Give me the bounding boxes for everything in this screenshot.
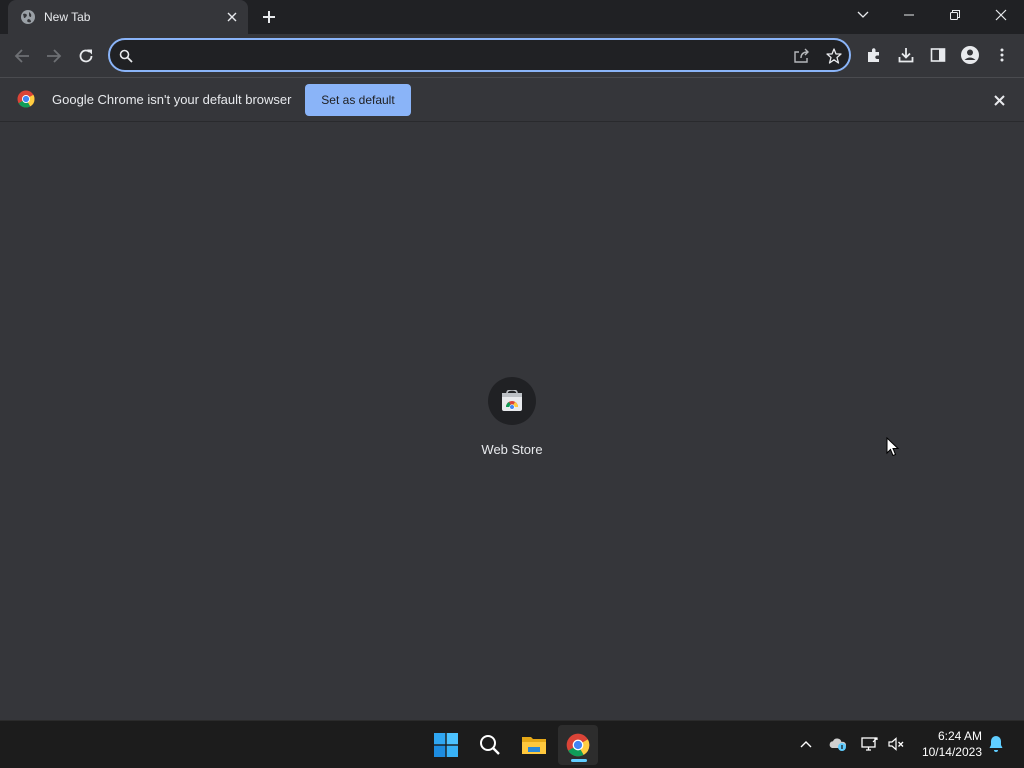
back-button[interactable] bbox=[8, 42, 36, 70]
default-browser-infobar: Google Chrome isn't your default browser… bbox=[0, 77, 1024, 122]
share-icon[interactable] bbox=[792, 46, 812, 66]
tab-title: New Tab bbox=[44, 10, 91, 24]
notification-bell-icon[interactable] bbox=[986, 734, 1006, 754]
address-input[interactable] bbox=[140, 45, 780, 65]
file-explorer-button[interactable] bbox=[514, 725, 554, 765]
set-as-default-button[interactable]: Set as default bbox=[305, 84, 411, 116]
shortcut-tile[interactable] bbox=[488, 377, 536, 425]
folder-icon bbox=[522, 737, 546, 754]
profile-icon[interactable] bbox=[958, 43, 982, 67]
infobar-close-button[interactable] bbox=[990, 91, 1008, 109]
clock-time: 6:24 AM bbox=[937, 729, 982, 743]
chevron-down-icon bbox=[857, 11, 869, 18]
download-icon[interactable] bbox=[894, 43, 918, 67]
mouse-cursor-icon bbox=[886, 437, 900, 457]
arrow-right-icon bbox=[47, 49, 62, 63]
forward-button[interactable] bbox=[40, 42, 68, 70]
search-icon bbox=[480, 735, 500, 755]
volume-muted-icon[interactable] bbox=[886, 734, 906, 754]
close-icon bbox=[227, 12, 237, 22]
toolbar bbox=[0, 34, 1024, 76]
address-bar[interactable] bbox=[108, 38, 851, 72]
reload-button[interactable] bbox=[72, 42, 100, 70]
windows-logo-icon bbox=[434, 733, 458, 757]
restore-icon bbox=[950, 10, 960, 20]
active-app-indicator bbox=[571, 759, 587, 762]
taskbar-clock[interactable]: 6:24 AM 10/14/2023 bbox=[914, 728, 982, 760]
chrome-logo-icon bbox=[17, 90, 35, 108]
more-menu-icon[interactable] bbox=[990, 43, 1014, 67]
network-icon[interactable] bbox=[860, 734, 880, 754]
windows-start-button[interactable] bbox=[426, 725, 466, 765]
show-hidden-icons-button[interactable] bbox=[796, 734, 816, 754]
side-panel-icon[interactable] bbox=[926, 43, 950, 67]
clock-date: 10/14/2023 bbox=[921, 745, 982, 759]
extensions-icon[interactable] bbox=[862, 43, 886, 67]
shortcut-web-store[interactable]: Web Store bbox=[472, 376, 552, 466]
title-bar: New Tab bbox=[0, 0, 1024, 34]
minimize-button[interactable] bbox=[886, 0, 932, 30]
infobar-message: Google Chrome isn't your default browser bbox=[52, 92, 292, 107]
close-icon bbox=[993, 94, 1005, 106]
restore-button[interactable] bbox=[932, 0, 978, 30]
chrome-logo-icon bbox=[566, 733, 590, 757]
onedrive-icon[interactable] bbox=[828, 734, 848, 754]
reload-icon bbox=[79, 49, 93, 63]
tab-close-button[interactable] bbox=[222, 7, 242, 27]
tab-new-tab[interactable]: New Tab bbox=[8, 0, 248, 34]
search-icon bbox=[116, 46, 136, 66]
web-store-icon bbox=[502, 390, 522, 411]
tab-search-button[interactable] bbox=[840, 0, 886, 30]
close-window-button[interactable] bbox=[978, 0, 1024, 30]
minimize-icon bbox=[904, 14, 914, 16]
new-tab-button[interactable] bbox=[258, 6, 280, 28]
chevron-up-icon bbox=[800, 741, 812, 748]
bookmark-star-icon[interactable] bbox=[824, 46, 844, 66]
plus-icon bbox=[263, 11, 275, 23]
close-icon bbox=[995, 9, 1007, 21]
taskbar-search-button[interactable] bbox=[470, 725, 510, 765]
globe-icon bbox=[21, 10, 35, 24]
arrow-left-icon bbox=[14, 49, 29, 63]
shortcut-label: Web Store bbox=[481, 442, 543, 457]
